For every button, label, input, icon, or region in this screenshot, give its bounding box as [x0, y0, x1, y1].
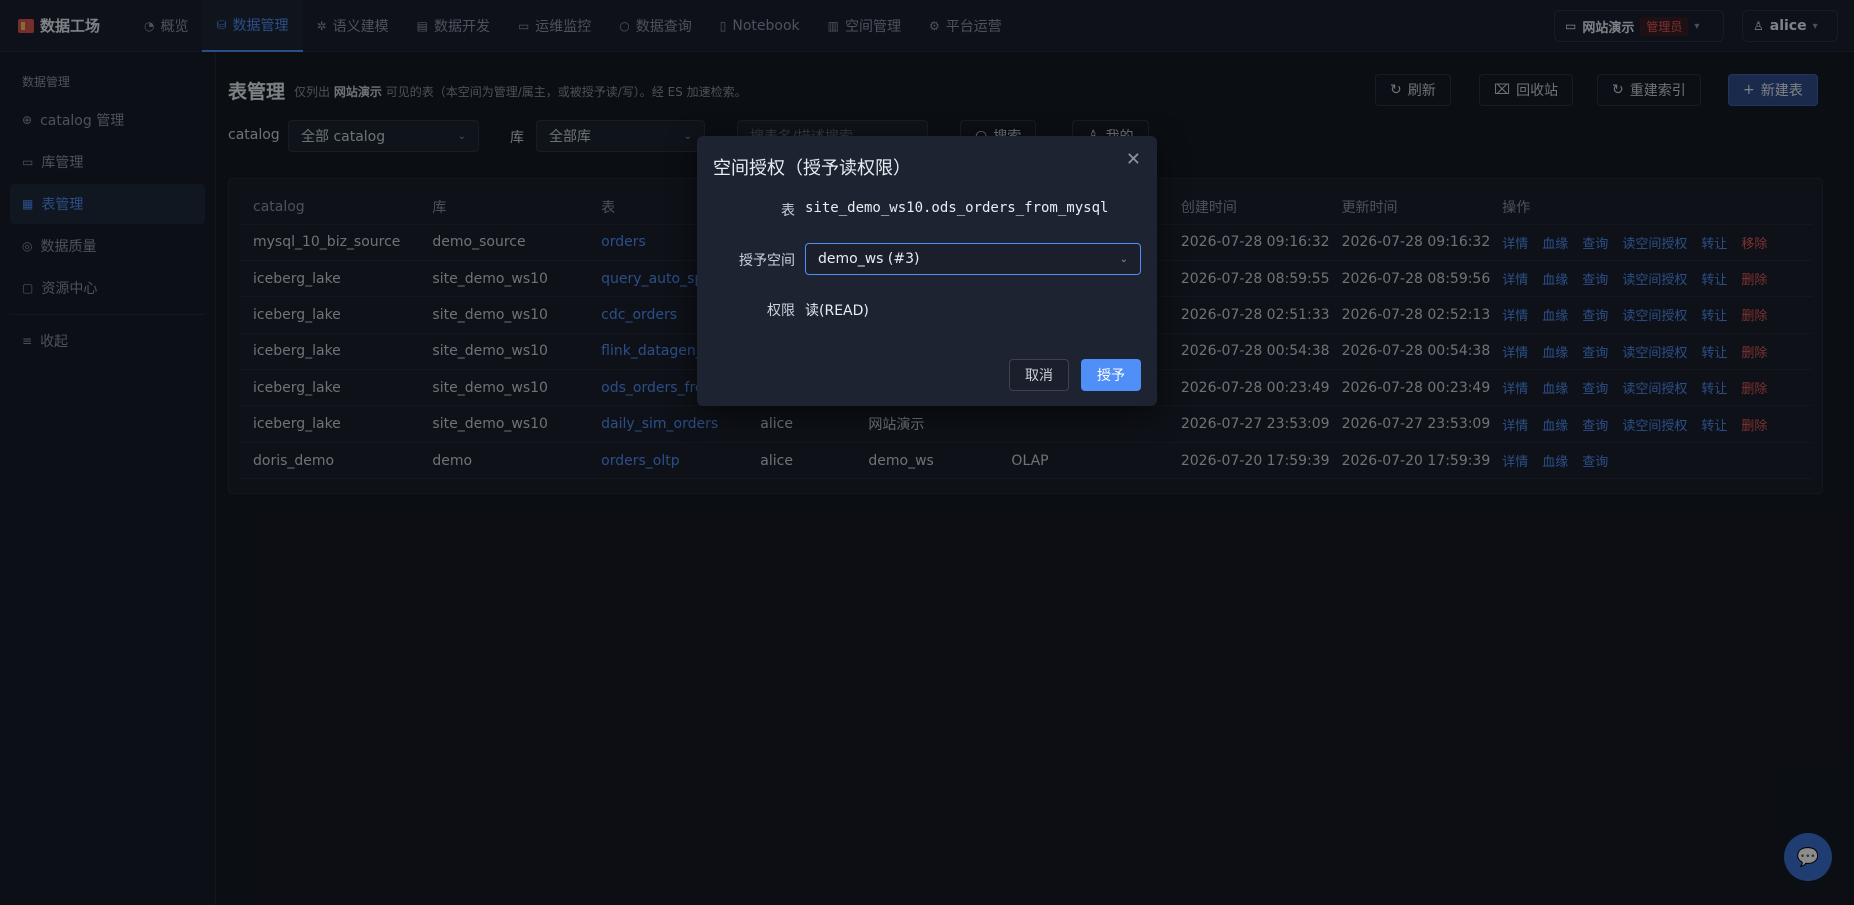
space-select[interactable]: demo_ws (#3) ⌄ — [805, 243, 1141, 275]
close-icon[interactable]: ✕ — [1126, 149, 1141, 170]
space-grant-dialog: 空间授权（授予读权限） ✕ 表 site_demo_ws10.ods_order… — [697, 136, 1157, 406]
dialog-title: 空间授权（授予读权限） — [713, 158, 911, 179]
table-label: 表 — [781, 203, 795, 219]
permission-value: 读(READ) — [805, 303, 869, 319]
space-label: 授予空间 — [739, 253, 795, 269]
grant-button[interactable]: 授予 — [1081, 359, 1141, 391]
permission-label: 权限 — [767, 303, 795, 319]
cancel-button[interactable]: 取消 — [1009, 359, 1069, 391]
chevron-down-icon: ⌄ — [1119, 253, 1128, 265]
table-value: site_demo_ws10.ods_orders_from_mysql — [805, 200, 1109, 216]
